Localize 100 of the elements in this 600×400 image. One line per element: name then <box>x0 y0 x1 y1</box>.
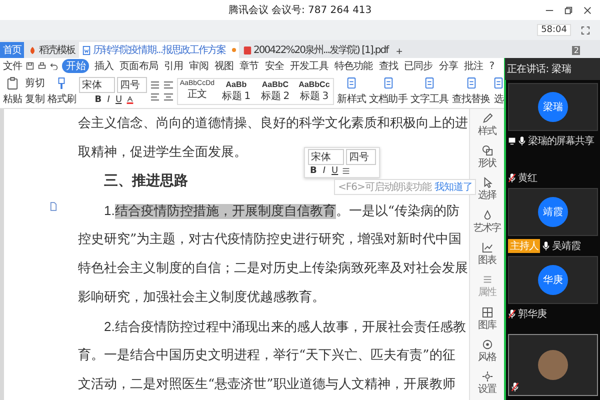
file-menu[interactable]: 文件 <box>3 59 22 73</box>
document-tab[interactable]: 历转学院疫情期...报思政工作方案 <box>79 42 239 58</box>
sidebar-tool[interactable]: 图表 <box>478 242 496 267</box>
list-icons[interactable] <box>150 80 174 90</box>
participant-name: 梁瑞的屏幕共享 <box>528 134 594 148</box>
sidebar-tool[interactable]: 选择 <box>478 177 496 202</box>
ribbon-tab[interactable]: 审阅 <box>188 59 210 73</box>
meeting-title: 腾讯会议 会议号: 787 264 413 <box>228 4 372 17</box>
tool-icon[interactable] <box>466 76 477 90</box>
help-button[interactable]: ? <box>488 60 496 72</box>
format-button[interactable]: U <box>330 166 340 176</box>
ribbon-tab[interactable]: 特色功能 <box>333 59 374 73</box>
ribbon-tab[interactable]: 章节 <box>238 59 260 73</box>
avatar: 靖霞 <box>538 197 568 227</box>
tool-button[interactable]: 选 <box>494 92 504 106</box>
format-button[interactable]: B <box>92 95 104 105</box>
ribbon-tab[interactable]: 安全 <box>264 59 286 73</box>
style-option[interactable]: AaBbC 标题 2 <box>256 78 294 104</box>
close-icon[interactable] <box>583 6 592 14</box>
cut-button[interactable]: 剪切 <box>25 76 44 90</box>
copy-button[interactable]: 复制 <box>25 92 44 106</box>
settings-icon <box>482 371 492 382</box>
paste-button[interactable]: 粘贴 <box>3 92 22 106</box>
style-option[interactable]: AaBb 标题 1 <box>217 78 256 104</box>
format-painter-button[interactable]: 格式刷 <box>47 92 76 106</box>
section-heading: 三、推进思路 <box>103 172 188 191</box>
shape-icon <box>482 144 492 156</box>
sidebar-tool[interactable]: 形状 <box>478 144 496 170</box>
search-button[interactable]: 查找 <box>378 59 400 73</box>
tool-icon[interactable] <box>493 76 504 90</box>
document-tab[interactable]: 首页 <box>0 42 24 58</box>
sidebar-tool[interactable]: 样式 <box>478 112 496 138</box>
fullscreen-icon[interactable] <box>581 26 590 34</box>
tool-button[interactable]: 查找替换 <box>452 92 490 106</box>
font-size-field[interactable]: 四号 <box>117 77 148 93</box>
paragraph-line: 文活动，二是对照医生“悬壶济世”职业道德与人文精神，开展教师 <box>78 376 456 394</box>
paragraph-line: 取精神，促进学生全面发展。 <box>78 144 247 162</box>
align-icon[interactable] <box>342 167 350 175</box>
participant-name: 吴靖霞 <box>552 240 580 253</box>
print-icon[interactable] <box>38 62 46 70</box>
new-tab-button[interactable]: + <box>392 46 407 58</box>
format-button[interactable]: B <box>308 166 319 176</box>
tool-icon[interactable] <box>424 76 436 90</box>
ribbon-tab[interactable]: 视图 <box>213 59 235 73</box>
sidebar-tool[interactable]: 风格 <box>478 338 496 364</box>
pdf-file-icon <box>242 46 252 54</box>
font-field[interactable]: 宋体 <box>79 77 116 93</box>
cursor-icon <box>482 177 492 188</box>
tool-icon[interactable] <box>346 76 358 90</box>
toolbar-action[interactable]: 已同步 <box>403 59 434 73</box>
sidebar-tool[interactable]: 设置 <box>478 371 496 396</box>
format-button[interactable]: I <box>105 95 112 105</box>
clipboard-icon[interactable] <box>7 76 18 90</box>
paragraph-line: 育。一是结合中国历史文明进程，举行“天下兴亡、匹夫有责”的征 <box>78 346 456 365</box>
paragraph-marker-icon[interactable] <box>50 202 57 211</box>
paragraph-line: 特色社会主义制度的自信；二是对历史上传染病致死率及对社会发展 <box>78 260 468 278</box>
photo-placeholder <box>538 350 568 380</box>
window-count-badge: 2 <box>572 46 580 55</box>
tool-icon[interactable] <box>382 76 394 90</box>
ribbon-tab[interactable]: 插入 <box>93 59 115 73</box>
font-field[interactable]: 宋体 <box>308 149 344 165</box>
paint-icon <box>482 210 492 221</box>
tool-button[interactable]: 文字工具 <box>410 92 449 106</box>
meeting-timer: 58:04 <box>537 24 571 36</box>
props-icon <box>482 274 492 286</box>
participant-name: 黄红 <box>518 172 537 185</box>
gallery-icon <box>482 306 492 318</box>
tool-button[interactable]: 文档助手 <box>369 92 408 106</box>
sidebar-tool[interactable]: 艺术字 <box>474 210 500 235</box>
style-icon <box>482 338 492 350</box>
unsaved-dot-icon <box>232 48 236 52</box>
style-option[interactable]: AaBbCc 标题 3 <box>295 78 334 104</box>
sidebar-tool[interactable]: 图库 <box>478 306 496 332</box>
chart-icon <box>482 242 492 253</box>
format-button[interactable]: I <box>320 166 328 176</box>
document-icon <box>82 46 91 54</box>
brush-icon[interactable] <box>56 76 68 90</box>
paragraph-line: 1.结合疫情防控措施，开展制度自信教育。一是以“传染病的防 <box>103 202 460 221</box>
undo-icon[interactable] <box>50 62 58 70</box>
host-badge: 主持人 <box>508 239 540 253</box>
hint-text: <F6>可启动朗读功能 <box>338 180 432 194</box>
ribbon-tab[interactable]: 开始 <box>62 59 90 73</box>
font-size-field[interactable]: 四号 <box>346 149 376 165</box>
tool-button[interactable]: 新样式 <box>337 92 366 106</box>
restore-icon[interactable] <box>564 6 573 14</box>
avatar: 华庚 <box>538 265 568 295</box>
ribbon-tab[interactable]: 开发工具 <box>289 59 330 73</box>
format-button[interactable]: U <box>113 95 124 105</box>
toolbar-action[interactable]: 批注 <box>463 59 484 73</box>
align-icons[interactable] <box>150 92 174 102</box>
dismiss-link[interactable]: 我知道了 <box>434 180 472 194</box>
ribbon-tab[interactable]: 引用 <box>163 59 184 73</box>
paragraph-line: 影响研究，加强社会主义制度优越感教育。 <box>78 288 325 307</box>
avatar: 梁瑞 <box>538 92 568 122</box>
toolbar-action[interactable]: 分享 <box>438 59 460 73</box>
paragraph-line: 会主义信念、尚向的道德情操、良好的科学文化素质和积极向上的进 <box>78 115 468 133</box>
pen-icon <box>482 112 492 124</box>
save-icon[interactable] <box>26 62 34 70</box>
font-color-icon[interactable] <box>126 96 134 104</box>
ribbon-tab[interactable]: 页面布局 <box>118 59 160 73</box>
